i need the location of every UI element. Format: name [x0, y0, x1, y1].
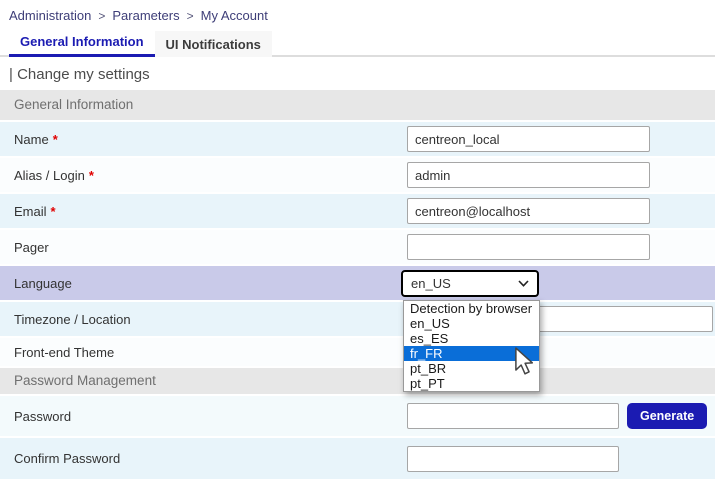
generate-password-button[interactable]: Generate	[627, 403, 707, 429]
password-label: Password	[0, 409, 407, 424]
form-row-email: Email *	[0, 194, 715, 230]
page-title: | Change my settings	[0, 57, 715, 90]
form-row-confirm-password: Confirm Password	[0, 438, 715, 479]
name-label-text: Name	[14, 132, 49, 147]
section-header-general-information: General Information	[0, 90, 715, 122]
language-option-pt-pt[interactable]: pt_PT	[404, 376, 539, 391]
name-input[interactable]	[407, 126, 650, 152]
password-input[interactable]	[407, 403, 619, 429]
alias-login-label-text: Alias / Login	[14, 168, 85, 183]
language-label-text: Language	[14, 276, 72, 291]
language-option-en-us[interactable]: en_US	[404, 316, 539, 331]
confirm-password-label-text: Confirm Password	[14, 451, 120, 466]
alias-login-label: Alias / Login *	[0, 168, 407, 183]
required-marker: *	[51, 204, 56, 219]
timezone-label: Timezone / Location	[0, 312, 407, 327]
confirm-password-input[interactable]	[407, 446, 619, 472]
breadcrumb-parameters[interactable]: Parameters	[112, 8, 179, 23]
language-option-pt-br[interactable]: pt_BR	[404, 361, 539, 376]
tab-general-information[interactable]: General Information	[9, 28, 155, 57]
tab-ui-notifications[interactable]: UI Notifications	[155, 31, 272, 57]
language-option-detection-by-browser[interactable]: Detection by browser	[404, 301, 539, 316]
pager-input[interactable]	[407, 234, 650, 260]
section-header-password-management: Password Management	[0, 368, 715, 396]
breadcrumb: Administration > Parameters > My Account	[0, 0, 715, 28]
form-row-front-end-theme: Front-end Theme	[0, 338, 715, 368]
language-label: Language	[0, 276, 407, 291]
form-row-language: Language en_US	[0, 266, 715, 302]
pager-label: Pager	[0, 240, 407, 255]
required-marker: *	[53, 132, 58, 147]
language-select-value: en_US	[411, 276, 451, 291]
required-marker: *	[89, 168, 94, 183]
breadcrumb-separator: >	[98, 9, 105, 23]
email-label: Email *	[0, 204, 407, 219]
front-end-theme-label: Front-end Theme	[0, 345, 407, 360]
form-row-alias-login: Alias / Login *	[0, 158, 715, 194]
language-option-fr-fr[interactable]: fr_FR	[404, 346, 539, 361]
tab-bar: General Information UI Notifications	[0, 28, 715, 57]
name-label: Name *	[0, 132, 407, 147]
form-row-timezone: Timezone / Location	[0, 302, 715, 338]
breadcrumb-my-account[interactable]: My Account	[201, 8, 268, 23]
breadcrumb-administration[interactable]: Administration	[9, 8, 91, 23]
email-label-text: Email	[14, 204, 47, 219]
alias-login-input[interactable]	[407, 162, 650, 188]
language-select[interactable]: en_US	[401, 270, 539, 297]
form-row-pager: Pager	[0, 230, 715, 266]
front-end-theme-label-text: Front-end Theme	[14, 345, 114, 360]
breadcrumb-separator: >	[187, 9, 194, 23]
pager-label-text: Pager	[14, 240, 49, 255]
chevron-down-icon	[518, 280, 529, 287]
password-label-text: Password	[14, 409, 71, 424]
email-field[interactable]	[407, 198, 650, 224]
timezone-label-text: Timezone / Location	[14, 312, 131, 327]
form-row-name: Name *	[0, 122, 715, 158]
confirm-password-label: Confirm Password	[0, 451, 407, 466]
form-row-password: Password Generate	[0, 396, 715, 438]
language-option-es-es[interactable]: es_ES	[404, 331, 539, 346]
language-dropdown-list: Detection by browser en_US es_ES fr_FR p…	[403, 300, 540, 392]
